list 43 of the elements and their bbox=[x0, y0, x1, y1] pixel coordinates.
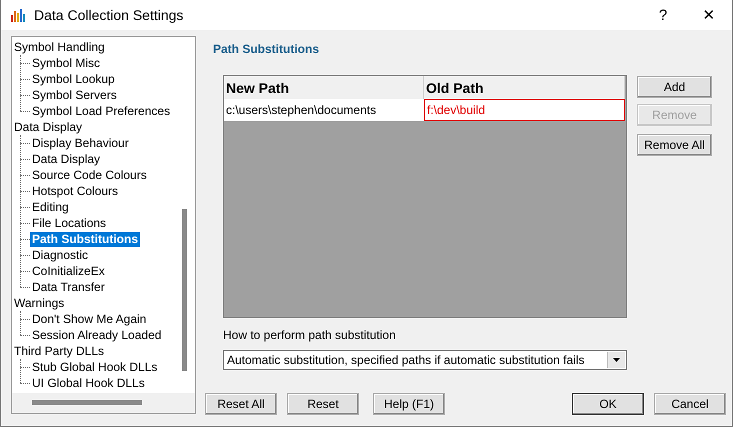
tree-item[interactable]: Session Already Loaded bbox=[30, 328, 164, 342]
scrollbar-thumb[interactable] bbox=[32, 400, 142, 405]
tree-item[interactable]: Symbol Servers bbox=[30, 88, 119, 102]
tree-item[interactable]: UI Global Hook DLLs bbox=[30, 376, 147, 390]
tree-item[interactable]: File Locations bbox=[30, 216, 108, 230]
tree-item[interactable]: Don't Show Me Again bbox=[30, 312, 148, 326]
caret-icon bbox=[607, 352, 625, 368]
tree-item[interactable]: Symbol Lookup bbox=[30, 72, 117, 86]
tree-item[interactable]: Source Code Colours bbox=[30, 168, 149, 182]
close-button[interactable]: ✕ bbox=[686, 0, 732, 30]
table-cell: c:\users\stephen\documents bbox=[224, 99, 424, 121]
field-label: How to perform path substitution bbox=[223, 328, 397, 344]
tree-item[interactable]: Third Party DLLs bbox=[12, 344, 106, 358]
section-heading: Path Substitutions bbox=[213, 42, 320, 58]
dialog-button[interactable]: Reset All bbox=[205, 393, 277, 415]
tree-item[interactable]: Data Transfer bbox=[30, 280, 107, 294]
tree-item[interactable]: Data Display bbox=[30, 152, 102, 166]
help-button[interactable]: ? bbox=[640, 0, 686, 30]
tree-item[interactable]: Warnings bbox=[12, 296, 66, 310]
column-header: New Path bbox=[224, 76, 424, 99]
table-cell: f:\dev\build bbox=[424, 99, 625, 121]
tree-item[interactable]: Path Substitutions bbox=[30, 232, 140, 246]
dialog-button[interactable]: Help (F1) bbox=[373, 393, 445, 415]
tree-item[interactable]: Stub Global Hook DLLs bbox=[30, 360, 160, 374]
dialog-button[interactable]: Add bbox=[637, 76, 712, 98]
dialog-button[interactable]: Remove All bbox=[637, 134, 712, 156]
tree-item[interactable]: Hotspot Colours bbox=[30, 184, 120, 198]
tree-item[interactable]: Symbol Load Preferences bbox=[30, 104, 172, 118]
tree-item[interactable]: Symbol Misc bbox=[30, 56, 102, 70]
tree-item[interactable]: Diagnostic bbox=[30, 248, 90, 262]
column-header: Old Path bbox=[424, 76, 625, 99]
scrollbar-thumb[interactable] bbox=[182, 209, 187, 371]
tree-item[interactable]: Data Display bbox=[12, 120, 84, 134]
tree-item[interactable]: Display Behaviour bbox=[30, 136, 131, 150]
substitution-dropdown[interactable]: Automatic substitution, specified paths if automatic substitution fails bbox=[223, 350, 627, 370]
tree-item[interactable]: Editing bbox=[30, 200, 71, 214]
window-title: Data Collection Settings bbox=[34, 7, 184, 23]
dialog-button[interactable]: Cancel bbox=[654, 393, 726, 415]
dialog-button[interactable]: Reset bbox=[287, 393, 359, 415]
dialog-button[interactable]: OK bbox=[572, 393, 644, 415]
app-icon bbox=[10, 7, 26, 23]
tree-item[interactable]: Symbol Handling bbox=[12, 40, 107, 54]
tree-item[interactable]: CoInitializeEx bbox=[30, 264, 107, 278]
